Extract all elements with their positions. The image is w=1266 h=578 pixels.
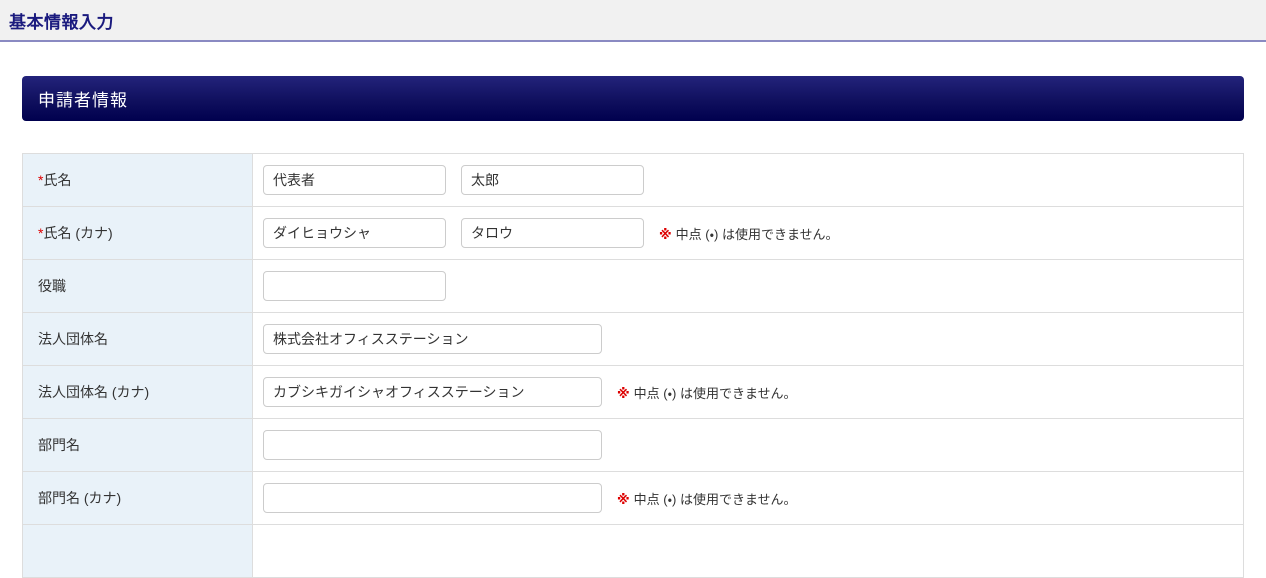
field-inputs-company-name-kana: ※中点 (・) は使用できません。	[263, 377, 1242, 407]
form-row-department-name-kana: 部門名 (カナ) ※ 中点 (・) は使用できません。	[22, 471, 1244, 525]
field-inputs-name	[263, 165, 1242, 195]
position-input[interactable]	[263, 271, 446, 301]
applicant-info-form: *氏名*氏名 (カナ)※中点 (・) は使用できません。役職法人団体名法人団体名…	[22, 153, 1244, 578]
company-name-input[interactable]	[263, 324, 602, 354]
field-inputs-department-name-kana: ※ 中点 (・) は使用できません。	[263, 483, 1242, 513]
last-name-kana-input[interactable]	[263, 218, 446, 248]
form-row-name-kana: *氏名 (カナ) ※中点 (・) は使用できません。	[22, 206, 1244, 260]
last-name-input[interactable]	[263, 165, 446, 195]
company-name-kana-input[interactable]	[263, 377, 602, 407]
department-name-input[interactable]	[263, 430, 602, 460]
field-inputs-name-kana: ※中点 (・) は使用できません。	[263, 218, 1242, 248]
form-row-company-name: 法人団体名	[22, 312, 1244, 366]
field-content-name-kana: ※中点 (・) は使用できません。	[252, 206, 1244, 260]
section-title: 申請者情報	[38, 91, 128, 110]
department-name-kana-input[interactable]	[263, 483, 602, 513]
page-header: 基本情報入力	[0, 0, 1266, 42]
kana-restriction-note: ※ 中点 (・) は使用できません。	[617, 491, 797, 507]
required-marker: *	[38, 225, 44, 241]
form-row-position: 役職	[22, 259, 1244, 313]
field-content-department-name	[252, 418, 1244, 472]
field-label-department-name-kana: 部門名 (カナ)	[22, 471, 253, 525]
field-content-name	[252, 153, 1244, 207]
page-title: 基本情報入力	[9, 12, 114, 32]
field-label-next-cutoff	[22, 524, 253, 578]
kana-restriction-note: ※ 中点 (・) は使用できません。	[659, 226, 839, 242]
field-label-position: 役職	[22, 259, 253, 313]
field-content-next-cutoff	[252, 524, 1244, 578]
field-inputs-position	[263, 271, 1242, 301]
field-label-name: *氏名	[22, 153, 253, 207]
note-marker: ※	[617, 491, 630, 507]
form-row-department-name: 部門名	[22, 418, 1244, 472]
field-inputs-department-name	[263, 430, 1242, 460]
first-name-input[interactable]	[461, 165, 644, 195]
form-row-company-name-kana: 法人団体名 (カナ) ※中点 (・) は使用できません。	[22, 365, 1244, 419]
field-content-department-name-kana: ※ 中点 (・) は使用できません。	[252, 471, 1244, 525]
field-content-company-name-kana: ※中点 (・) は使用できません。	[252, 365, 1244, 419]
field-label-name-kana: *氏名 (カナ)	[22, 206, 253, 260]
note-marker: ※	[617, 385, 630, 401]
first-name-kana-input[interactable]	[461, 218, 644, 248]
section-header-applicant-info: 申請者情報	[22, 76, 1244, 121]
field-content-position	[252, 259, 1244, 313]
field-inputs-company-name	[263, 324, 1242, 354]
kana-restriction-note: ※ 中点 (・) は使用できません。	[617, 385, 797, 401]
field-label-company-name: 法人団体名	[22, 312, 253, 366]
field-content-company-name	[252, 312, 1244, 366]
field-label-company-name-kana: 法人団体名 (カナ)	[22, 365, 253, 419]
form-row-next-cutoff	[22, 524, 1244, 578]
content-area: 申請者情報 *氏名*氏名 (カナ)※中点 (・) は使用できません。役職法人団体…	[0, 76, 1266, 578]
field-label-department-name: 部門名	[22, 418, 253, 472]
note-marker: ※	[659, 226, 672, 242]
form-row-name: *氏名	[22, 153, 1244, 207]
required-marker: *	[38, 172, 44, 188]
